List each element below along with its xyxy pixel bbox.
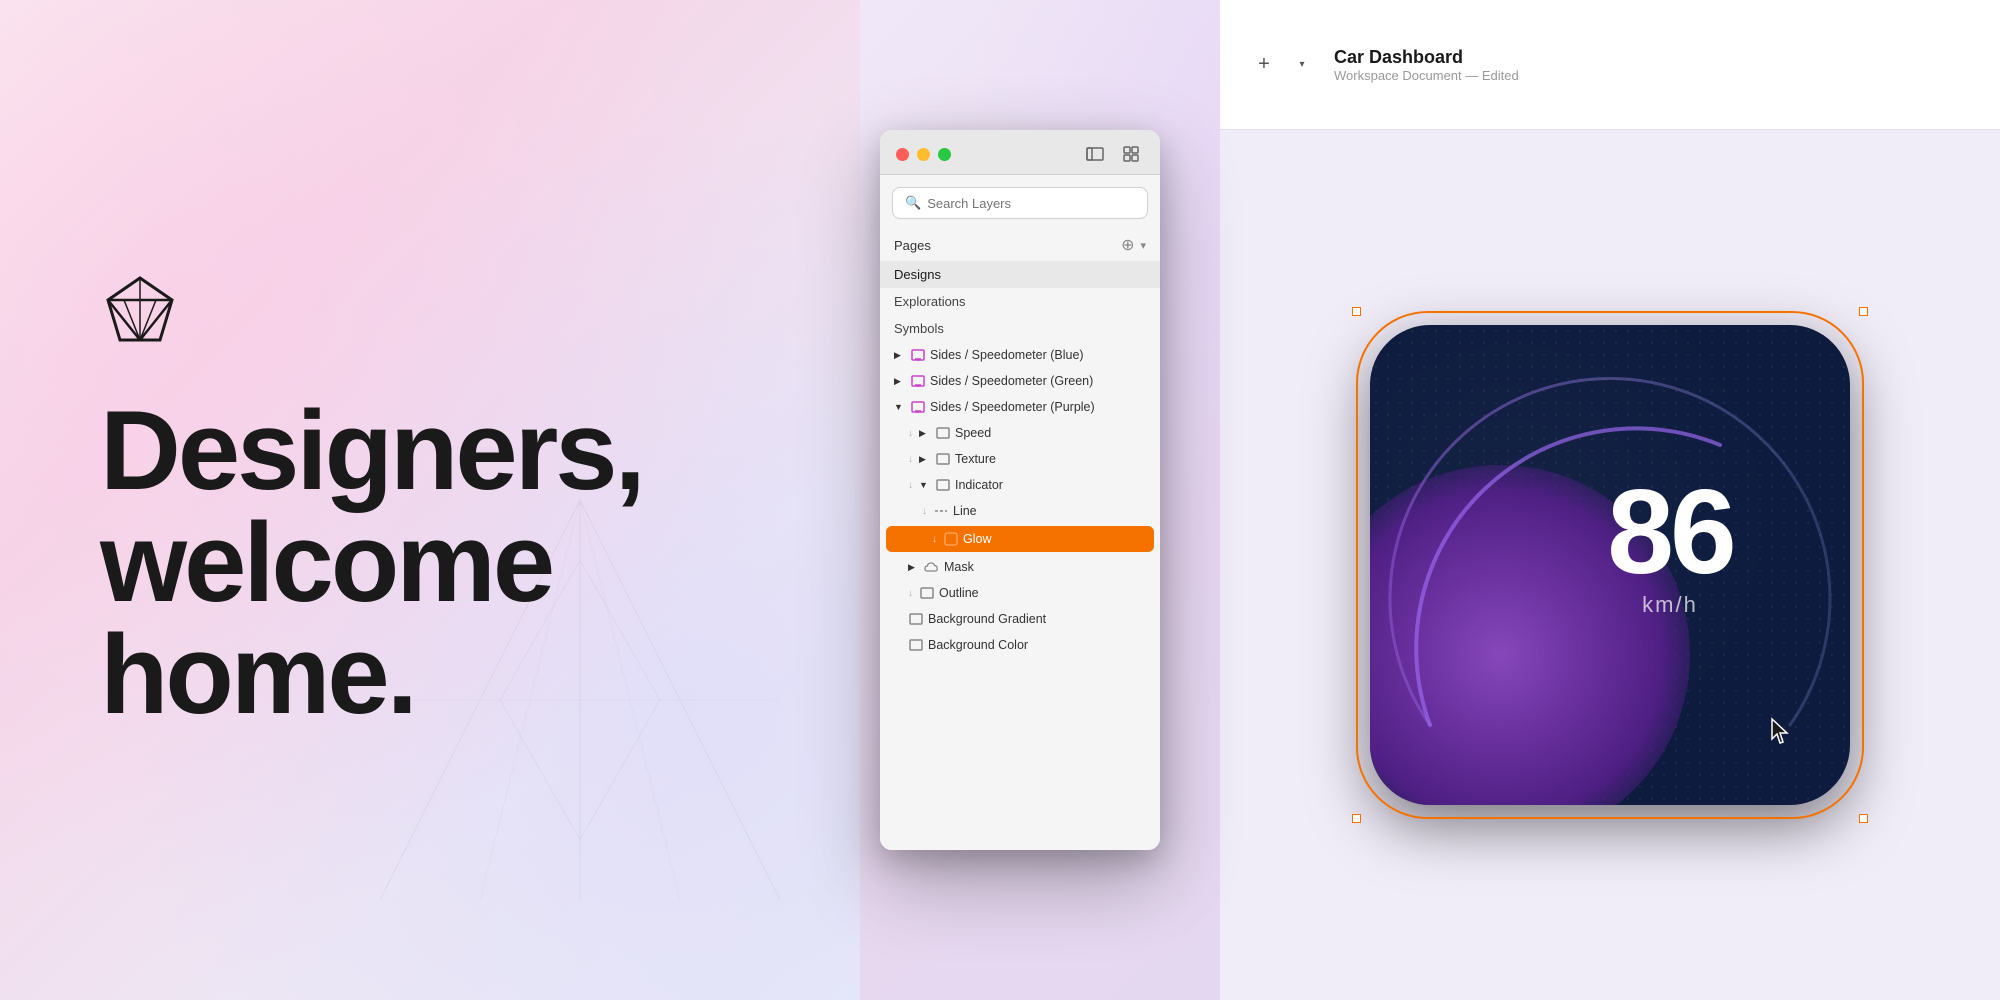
layer-rect-icon xyxy=(908,611,924,627)
pages-actions: ⊕ ▾ xyxy=(1121,235,1146,255)
layer-name: Texture xyxy=(955,452,1146,466)
grid-view-button[interactable] xyxy=(1118,144,1144,164)
layer-chevron-icon: ▶ xyxy=(919,428,931,439)
override-arrow-icon: ↓ xyxy=(908,428,913,439)
layer-glow-icon xyxy=(943,531,959,547)
search-area: 🔍 xyxy=(880,175,1160,227)
layer-chevron-icon: ▶ xyxy=(894,376,906,387)
layers-list: ▶ Sides / Speedometer (Blue) ▶ Sides / S… xyxy=(880,342,1160,850)
page-item-explorations[interactable]: Explorations xyxy=(880,288,1160,315)
search-icon: 🔍 xyxy=(905,195,921,211)
layer-item-speed[interactable]: ↓ ▶ Speed xyxy=(880,420,1160,446)
search-layers-input[interactable] xyxy=(927,196,1135,211)
layer-item-texture[interactable]: ↓ ▶ Texture xyxy=(880,446,1160,472)
page-item-symbols[interactable]: Symbols xyxy=(880,315,1160,342)
window-maximize-button[interactable] xyxy=(938,148,951,161)
override-arrow-icon: ↓ xyxy=(908,588,913,599)
hero-headline: Designers, welcome home. xyxy=(100,395,760,731)
layer-name: Sides / Speedometer (Blue) xyxy=(930,348,1146,362)
layer-item-sides-blue[interactable]: ▶ Sides / Speedometer (Blue) xyxy=(880,342,1160,368)
layer-item-mask[interactable]: ▶ Mask xyxy=(880,554,1160,580)
speed-value: 86 xyxy=(1607,472,1732,592)
cursor-pointer-icon xyxy=(1770,717,1790,745)
selection-handle-tr[interactable] xyxy=(1859,307,1868,316)
speed-display: 86 km/h xyxy=(1607,472,1732,618)
layer-group-icon xyxy=(935,477,951,493)
layer-chevron-icon: ▼ xyxy=(919,480,931,490)
layer-symbol-icon xyxy=(910,347,926,363)
add-page-button[interactable]: ⊕ xyxy=(1121,235,1134,255)
layers-panel-window: 🔍 Pages ⊕ ▾ Designs Explorations Symbols xyxy=(880,130,1160,850)
layer-item-bg-color[interactable]: Background Color xyxy=(880,632,1160,658)
layer-name: Line xyxy=(953,504,1146,518)
canvas-inner: 86 km/h xyxy=(1370,325,1850,805)
layer-rect-icon xyxy=(919,585,935,601)
layer-line-icon xyxy=(933,503,949,519)
layer-chevron-icon: ▶ xyxy=(919,454,931,465)
window-minimize-button[interactable] xyxy=(917,148,930,161)
layer-item-bg-gradient[interactable]: Background Gradient xyxy=(880,606,1160,632)
header-bar: + ▾ Car Dashboard Workspace Document — E… xyxy=(1220,0,2000,130)
page-item-designs[interactable]: Designs xyxy=(880,261,1160,288)
layer-rect-empty-icon xyxy=(908,637,924,653)
document-title: Car Dashboard xyxy=(1334,47,1519,68)
layer-name: Outline xyxy=(939,586,1146,600)
pages-chevron-icon[interactable]: ▾ xyxy=(1140,239,1146,252)
window-titlebar xyxy=(880,130,1160,175)
sidebar-toggle-button[interactable] xyxy=(1082,144,1108,164)
header-title-area: Car Dashboard Workspace Document — Edite… xyxy=(1334,47,1519,83)
pages-label: Pages xyxy=(894,238,931,253)
override-arrow-icon: ↓ xyxy=(908,480,913,491)
selection-container: 86 km/h xyxy=(1370,325,1850,805)
selection-handle-tl[interactable] xyxy=(1352,307,1361,316)
layer-name: Glow xyxy=(963,532,1146,546)
canvas-area[interactable]: 86 km/h xyxy=(1220,130,2000,1000)
window-controls-right xyxy=(1082,144,1144,164)
selection-handle-br[interactable] xyxy=(1859,814,1868,823)
layer-chevron-icon: ▶ xyxy=(894,350,906,361)
selection-handle-bl[interactable] xyxy=(1352,814,1361,823)
header-dropdown-button[interactable]: ▾ xyxy=(1294,51,1310,79)
layer-item-sides-purple[interactable]: ▼ Sides / Speedometer (Purple) xyxy=(880,394,1160,420)
layer-name: Indicator xyxy=(955,478,1146,492)
layer-name: Sides / Speedometer (Green) xyxy=(930,374,1146,388)
layer-name: Speed xyxy=(955,426,1146,440)
hero-text: Designers, welcome home. xyxy=(100,395,760,731)
pages-list: Designs Explorations Symbols xyxy=(880,261,1160,342)
layer-name: Background Gradient xyxy=(928,612,1146,626)
layer-item-outline[interactable]: ↓ Outline xyxy=(880,580,1160,606)
layer-name: Mask xyxy=(944,560,1146,574)
layer-item-indicator[interactable]: ↓ ▼ Indicator xyxy=(880,472,1160,498)
override-arrow-icon: ↓ xyxy=(932,534,937,545)
add-button[interactable]: + xyxy=(1250,51,1278,79)
search-input-container[interactable]: 🔍 xyxy=(892,187,1148,219)
layer-item-sides-green[interactable]: ▶ Sides / Speedometer (Green) xyxy=(880,368,1160,394)
layer-cloud-icon xyxy=(924,559,940,575)
layer-name: Sides / Speedometer (Purple) xyxy=(930,400,1146,414)
app-section: 🔍 Pages ⊕ ▾ Designs Explorations Symbols xyxy=(860,0,2000,1000)
pages-header: Pages ⊕ ▾ xyxy=(880,227,1160,261)
sketch-logo xyxy=(100,270,760,355)
layer-item-line[interactable]: ↓ Line xyxy=(880,498,1160,524)
window-close-button[interactable] xyxy=(896,148,909,161)
override-arrow-icon: ↓ xyxy=(908,454,913,465)
override-arrow-icon: ↓ xyxy=(922,506,927,517)
layer-chevron-icon: ▶ xyxy=(908,562,920,573)
layer-symbol-icon xyxy=(910,373,926,389)
hero-section: Designers, welcome home. xyxy=(0,0,860,1000)
layer-group-icon xyxy=(935,425,951,441)
window-body: 🔍 Pages ⊕ ▾ Designs Explorations Symbols xyxy=(880,175,1160,850)
layer-item-glow[interactable]: ↓ Glow xyxy=(886,526,1154,552)
layer-symbol-icon xyxy=(910,399,926,415)
layer-chevron-icon: ▼ xyxy=(894,402,906,412)
layer-group-icon xyxy=(935,451,951,467)
layer-name: Background Color xyxy=(928,638,1146,652)
document-subtitle: Workspace Document — Edited xyxy=(1334,68,1519,83)
